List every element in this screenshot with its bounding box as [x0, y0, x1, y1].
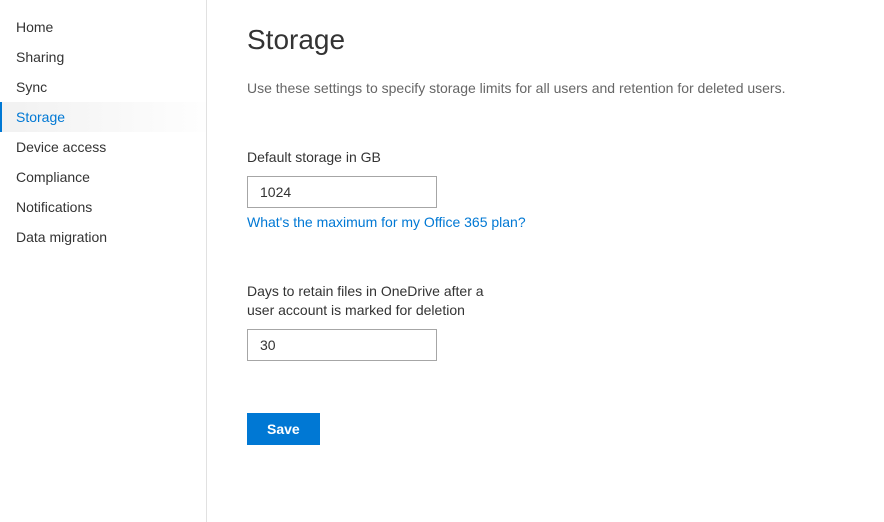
default-storage-group: Default storage in GB What's the maximum… [247, 148, 844, 230]
default-storage-input[interactable] [247, 176, 437, 208]
page-description: Use these settings to specify storage li… [247, 80, 844, 96]
sidebar-item-home[interactable]: Home [0, 12, 206, 42]
sidebar-item-device-access[interactable]: Device access [0, 132, 206, 162]
main-content: Storage Use these settings to specify st… [207, 0, 884, 522]
max-plan-link[interactable]: What's the maximum for my Office 365 pla… [247, 214, 526, 230]
sidebar-item-storage[interactable]: Storage [0, 102, 206, 132]
sidebar-item-sharing[interactable]: Sharing [0, 42, 206, 72]
default-storage-label: Default storage in GB [247, 148, 487, 168]
page-title: Storage [247, 24, 844, 56]
sidebar-item-sync[interactable]: Sync [0, 72, 206, 102]
retain-days-label: Days to retain files in OneDrive after a… [247, 282, 487, 321]
sidebar-item-notifications[interactable]: Notifications [0, 192, 206, 222]
save-button[interactable]: Save [247, 413, 320, 445]
sidebar-item-compliance[interactable]: Compliance [0, 162, 206, 192]
sidebar: Home Sharing Sync Storage Device access … [0, 0, 207, 522]
sidebar-item-data-migration[interactable]: Data migration [0, 222, 206, 252]
retain-days-input[interactable] [247, 329, 437, 361]
retain-days-group: Days to retain files in OneDrive after a… [247, 282, 844, 361]
